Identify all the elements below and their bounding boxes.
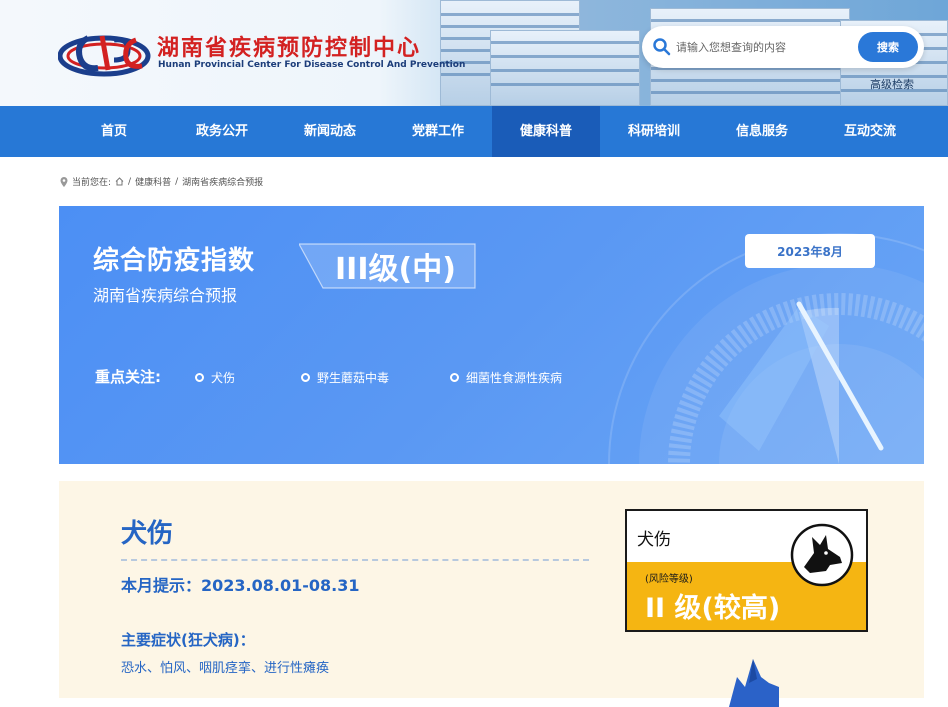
detail-section: 犬伤 本月提示：2023.08.01-08.31 主要症状(狂犬病)： 恐水、怕… [59, 481, 924, 707]
banner-subtitle: 湖南省疾病综合预报 [93, 286, 238, 305]
main-nav: 首页 政务公开 新闻动态 党群工作 健康科普 科研培训 信息服务 互动交流 [0, 106, 948, 157]
risk-level-card: 犬伤 (风险等级) II 级(较高) [625, 509, 868, 632]
risk-card-name: 犬伤 [637, 530, 671, 550]
nav-item-interaction[interactable]: 互动交流 [816, 106, 924, 157]
focus-item-bacterial-foodborne[interactable]: 细菌性食源性疾病 [450, 369, 562, 386]
nav-item-party-work[interactable]: 党群工作 [384, 106, 492, 157]
focus-label: 重点关注: [95, 368, 161, 386]
forecast-banner: 综合防疫指数 湖南省疾病综合预报 III级(中) 2023年8月 重点关注: 犬… [59, 206, 924, 464]
advanced-search-link[interactable]: 高级检索 [870, 76, 914, 92]
nav-item-research-training[interactable]: 科研培训 [600, 106, 708, 157]
banner-title: 综合防疫指数 [93, 246, 256, 276]
nav-item-news[interactable]: 新闻动态 [276, 106, 384, 157]
symptoms-text: 恐水、怕风、咽肌痉挛、进行性瘫痪 [121, 661, 330, 676]
dog-illustration [729, 659, 779, 707]
focus-item-label: 野生蘑菇中毒 [317, 371, 390, 385]
nav-item-home[interactable]: 首页 [60, 106, 168, 157]
divider [121, 559, 589, 561]
location-pin-icon [60, 176, 68, 187]
nav-item-government-affairs[interactable]: 政务公开 [168, 106, 276, 157]
bullet-icon [195, 373, 204, 382]
site-header: 湖南省疾病预防控制中心 Hunan Provincial Center For … [0, 0, 948, 106]
focus-item-dog-bite[interactable]: 犬伤 [195, 369, 235, 386]
bullet-icon [450, 373, 459, 382]
date-badge: 2023年8月 [745, 234, 875, 268]
breadcrumb-separator: / [128, 176, 132, 187]
search-input[interactable] [676, 36, 846, 58]
risk-level-label: (风险等级) [645, 574, 693, 585]
focus-item-label: 细菌性食源性疾病 [466, 371, 563, 385]
site-title: 湖南省疾病预防控制中心 [157, 36, 422, 61]
focus-item-mushroom-poisoning[interactable]: 野生蘑菇中毒 [301, 369, 389, 386]
dog-head-icon [790, 523, 854, 587]
home-icon[interactable] [115, 177, 124, 186]
breadcrumb-item-current[interactable]: 湖南省疾病综合预报 [182, 175, 263, 188]
bullet-icon [301, 373, 310, 382]
breadcrumb: 当前您在: / 健康科普 / 湖南省疾病综合预报 [60, 175, 263, 188]
search-button[interactable]: 搜索 [858, 32, 918, 62]
symptoms-heading: 主要症状(狂犬病)： [121, 631, 255, 649]
risk-level-value: II 级(较高) [645, 593, 781, 624]
site-subtitle: Hunan Provincial Center For Disease Cont… [158, 60, 466, 70]
nav-item-information-services[interactable]: 信息服务 [708, 106, 816, 157]
search-bar: 搜索 [642, 26, 924, 68]
cdc-logo[interactable] [58, 30, 154, 78]
breadcrumb-item-health-education[interactable]: 健康科普 [135, 175, 171, 188]
month-tip: 本月提示：2023.08.01-08.31 [121, 576, 360, 595]
focus-item-label: 犬伤 [211, 371, 236, 385]
breadcrumb-separator: / [175, 176, 179, 187]
nav-item-health-education[interactable]: 健康科普 [492, 106, 600, 157]
breadcrumb-prefix: 当前您在: [72, 178, 112, 188]
overall-level: III级(中) [335, 252, 456, 287]
search-icon [653, 38, 671, 56]
detail-title: 犬伤 [121, 519, 174, 549]
